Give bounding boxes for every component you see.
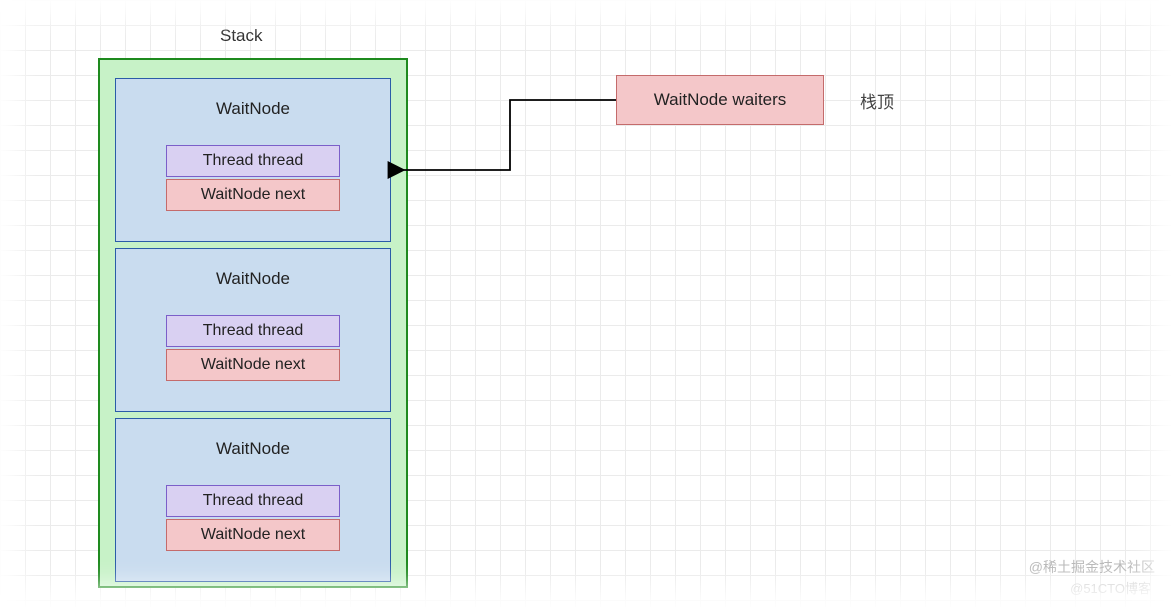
waitnode-box: WaitNode Thread thread WaitNode next (115, 248, 391, 412)
waitnode-title: WaitNode (116, 99, 390, 119)
watermark-text: @稀土掘金技术社区 (1029, 557, 1155, 577)
thread-field: Thread thread (166, 315, 340, 347)
stack-top-label: 栈顶 (860, 88, 894, 113)
thread-field: Thread thread (166, 145, 340, 177)
pointer-arrow (390, 95, 620, 195)
waitnode-box: WaitNode Thread thread WaitNode next (115, 78, 391, 242)
waitnode-box: WaitNode Thread thread WaitNode next (115, 418, 391, 582)
stack-title: Stack (220, 26, 263, 46)
next-field: WaitNode next (166, 519, 340, 551)
next-field: WaitNode next (166, 349, 340, 381)
thread-field: Thread thread (166, 485, 340, 517)
watermark-text: @51CTO博客 (1070, 578, 1151, 597)
waiters-pointer: WaitNode waiters (616, 75, 824, 125)
waitnode-title: WaitNode (116, 439, 390, 459)
waitnode-title: WaitNode (116, 269, 390, 289)
next-field: WaitNode next (166, 179, 340, 211)
